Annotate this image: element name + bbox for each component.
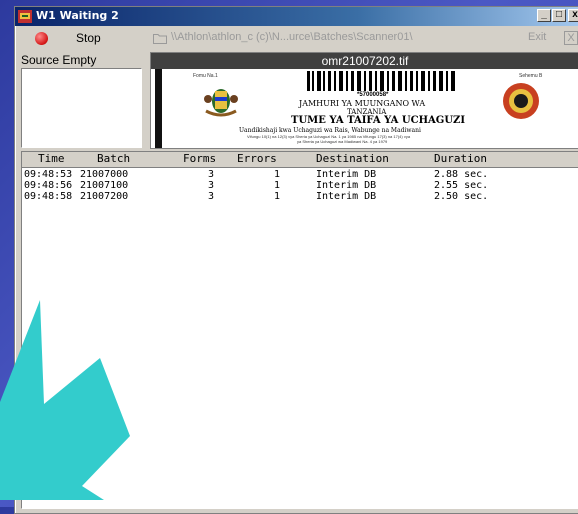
window-title: W1 Waiting 2 [36,9,119,22]
cell-batch: 21007100 [80,180,129,191]
form-edge-strip [155,69,162,148]
table-row[interactable]: 09:48:53 21007000 3 1 Interim DB 2.88 se… [22,169,578,180]
cell-destination: Interim DB [316,169,377,180]
stop-icon[interactable] [35,32,48,45]
col-header-forms[interactable]: Forms [183,152,216,165]
barcode-number: *57000058* [357,92,389,98]
cell-duration: 2.88 sec. [434,169,489,180]
barcode-icon [307,71,455,91]
cell-errors: 1 [274,169,281,180]
cell-duration: 2.55 sec. [434,180,489,191]
maximize-button[interactable]: □ [552,9,566,22]
scanned-form-image: Fomu Na.1 Sehemu B *57000058* JAMHURI YA… [151,69,578,148]
section-label: Sehemu B [519,73,543,79]
source-list[interactable] [21,68,142,148]
image-filename: omr21007202.tif [151,53,578,69]
toolbar: Stop \\Athlon\athlon_c (c)\N...urce\Batc… [15,26,578,50]
app-icon [18,10,32,23]
col-header-batch[interactable]: Batch [97,152,130,165]
minimize-button[interactable]: _ [537,9,551,22]
col-header-time[interactable]: Time [38,152,65,165]
cell-duration: 2.50 sec. [434,191,489,202]
image-preview-panel: omr21007202.tif Fomu Na.1 Sehemu B *5700… [150,52,578,149]
cell-batch: 21007000 [80,169,129,180]
col-header-destination[interactable]: Destination [316,152,389,165]
close-button[interactable]: x [568,9,578,22]
source-status-label: Source Empty [21,53,97,67]
form-heading-line4: Uandikishaji kwa Uchaguzi wa Rais, Wabun… [239,127,421,134]
form-number-label: Fomu Na.1 [193,73,218,79]
scanner-window: W1 Waiting 2 _ □ x Stop \\Athlon\athlon_… [14,6,578,514]
log-header-row: Time Batch Forms Errors Destination Dura… [22,152,578,168]
folder-icon [153,34,167,44]
title-bar[interactable]: W1 Waiting 2 _ □ x [15,7,578,26]
cell-batch: 21007200 [80,191,129,202]
cell-time: 09:48:58 [24,191,73,202]
table-row[interactable]: 09:48:56 21007100 3 1 Interim DB 2.55 se… [22,180,578,191]
election-seal-icon [503,83,539,119]
cell-destination: Interim DB [316,191,377,202]
col-header-errors[interactable]: Errors [237,152,277,165]
table-row[interactable]: 09:48:58 21007200 3 1 Interim DB 2.50 se… [22,191,578,202]
cell-time: 09:48:56 [24,180,73,191]
minimize-icon: _ [541,9,547,20]
exit-close-button[interactable]: X [564,31,578,45]
coat-of-arms-icon [204,89,238,117]
form-heading-line6: ya Sheria ya Uchaguzi wa Madiwani Na. 4 … [297,139,388,144]
stop-button[interactable]: Stop [76,31,101,45]
cell-time: 09:48:53 [24,169,73,180]
scanner-path: \\Athlon\athlon_c (c)\N...urce\Batches\S… [171,31,413,43]
batch-log-list[interactable]: Time Batch Forms Errors Destination Dura… [21,151,578,509]
cell-forms: 3 [208,180,215,191]
close-icon: x [572,9,578,20]
cell-errors: 1 [274,180,281,191]
cell-forms: 3 [208,191,215,202]
cell-destination: Interim DB [316,180,377,191]
col-header-duration[interactable]: Duration [434,152,487,165]
cell-forms: 3 [208,169,215,180]
form-heading-line3: TUME YA TAIFA YA UCHAGUZI [291,115,466,126]
cell-errors: 1 [274,191,281,202]
maximize-icon: □ [555,9,563,20]
exit-button[interactable]: Exit [528,31,546,43]
form-heading-line1: JAMHURI YA MUUNGANO WA [299,99,426,108]
